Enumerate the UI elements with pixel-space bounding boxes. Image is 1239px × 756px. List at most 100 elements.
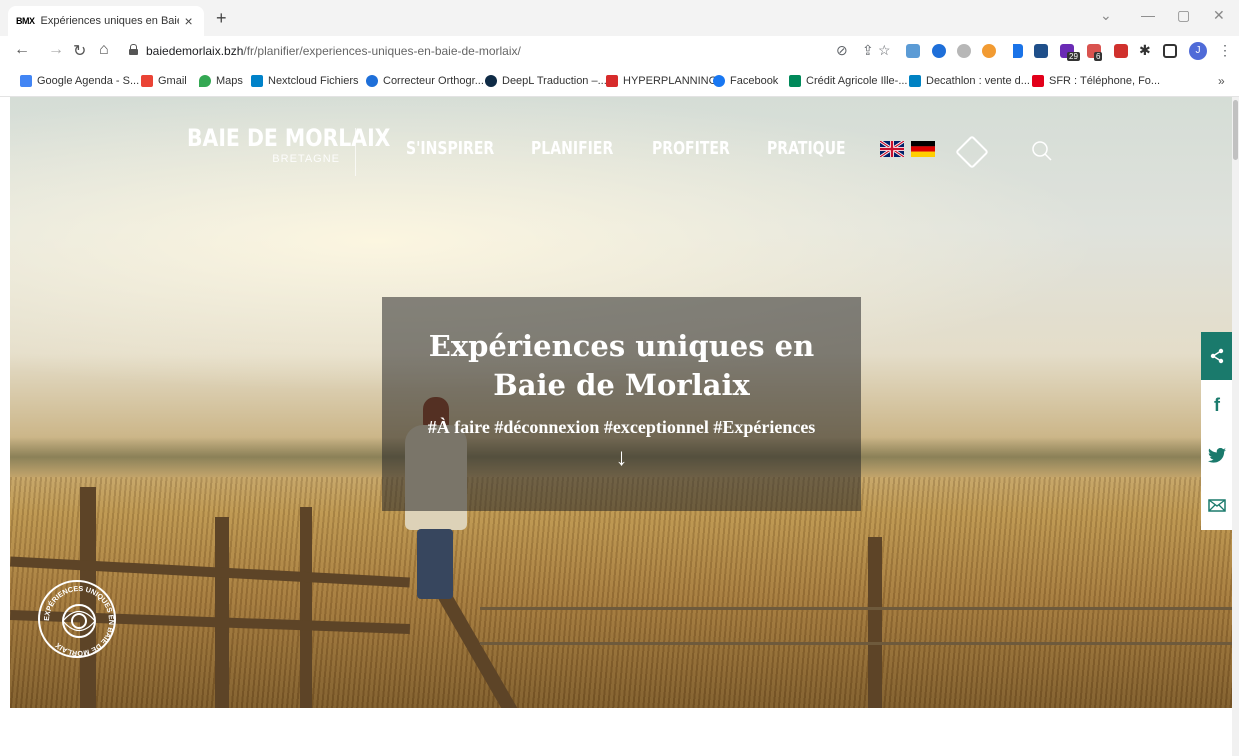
extension-icon[interactable] [1034,44,1048,58]
share-email-button[interactable] [1201,480,1233,530]
maps-icon [199,75,211,87]
bookmark-label: SFR : Téléphone, Fo... [1049,75,1161,87]
minimize-button[interactable]: — [1141,7,1155,23]
bookmark-label: Facebook [730,75,779,87]
puzzle-icon[interactable]: ✱ [1139,42,1151,59]
experiences-uniques-badge: EXPÉRIENCES UNIQUES EN BAIE DE MORLAIX [38,580,116,658]
bookmarks-bar: Google Agenda - S... Gmail Maps Nextclou… [0,67,1239,97]
forward-icon[interactable]: → [48,41,64,59]
bookmark-label: Correcteur Orthogr... [383,75,484,87]
hero-tags[interactable]: #À faire #déconnexion #exceptionnel #Exp… [382,417,861,438]
logo-divider [355,128,356,176]
bookmark-item[interactable]: Correcteur Orthogr... [366,75,484,87]
bookmark-label: Maps [216,75,243,87]
url-host: baiedemorlaix.bzh [146,44,244,58]
extension-icon[interactable] [982,44,996,58]
scroll-down-arrow-icon[interactable]: ↓ [382,446,861,470]
fence-post [868,537,882,708]
search-icon[interactable] [1031,140,1053,162]
logo-title: BAIE DE MORLAIX [187,124,391,152]
share-page-icon[interactable]: ⇪ [862,42,874,59]
facebook-icon [713,75,725,87]
scrollbar-track[interactable] [1232,97,1239,756]
bookmark-item[interactable]: Decathlon : vente d... [909,75,1030,87]
share-toggle-button[interactable] [1201,332,1233,380]
new-tab-button[interactable]: + [216,8,227,29]
lock-icon[interactable] [129,44,138,55]
maximize-button[interactable]: ▢ [1177,7,1190,24]
corrector-icon [366,75,378,87]
credit-agricole-icon [789,75,801,87]
bookmark-label: Crédit Agricole Ille-... [806,75,908,87]
heathland [10,477,1232,708]
reload-icon[interactable]: ↻ [73,41,86,61]
bookmark-item[interactable]: Crédit Agricole Ille-... [789,75,907,87]
extension-badge: 29 [1067,52,1080,61]
menu-dots-icon[interactable]: ⋮ [1218,42,1232,59]
bookmarks-overflow-button[interactable]: » [1218,74,1225,88]
nav-planifier[interactable]: PLANIFIER [531,138,613,159]
svg-text:EXPÉRIENCES UNIQUES EN BAIE DE: EXPÉRIENCES UNIQUES EN BAIE DE MORLAIX [42,584,116,658]
bookmark-item[interactable]: DeepL Traduction –... [485,75,607,87]
nav-sinspirer[interactable]: S'INSPIRER [406,138,494,159]
facebook-icon: f [1214,394,1220,415]
extension-icon[interactable] [906,44,920,58]
extension-icon[interactable] [932,44,946,58]
sfr-icon [1032,75,1044,87]
deepl-icon [485,75,497,87]
pdf-icon[interactable] [1114,44,1128,58]
profile-avatar[interactable]: J [1189,42,1207,60]
gmail-icon [141,75,153,87]
url-path: /fr/planifier/experiences-uniques-en-bai… [243,44,521,58]
nextcloud-icon [251,75,263,87]
bookmark-item[interactable]: Maps [199,75,243,87]
share-bar: f [1201,332,1233,530]
bookmark-item[interactable]: Nextcloud Fichiers [251,75,358,87]
bookmark-item[interactable]: Gmail [141,75,187,87]
fence-wire [480,642,1232,645]
bookmark-item[interactable]: Facebook [713,75,778,87]
home-icon[interactable]: ⌂ [99,41,109,59]
eye-off-icon[interactable]: ⊘ [836,42,848,59]
site-favicon: BMX [16,16,35,26]
site-logo[interactable]: BAIE DE MORLAIX BRETAGNE [160,124,391,165]
calendar-icon [20,75,32,87]
scrollbar-thumb[interactable] [1233,100,1238,160]
extension-icon[interactable] [957,44,971,58]
close-window-button[interactable]: ✕ [1213,7,1225,24]
close-tab-icon[interactable]: × [185,13,193,29]
nav-pratique[interactable]: PRATIQUE [767,138,846,159]
nav-profiter[interactable]: PROFITER [652,138,730,159]
bookmark-label: Google Agenda - S... [37,75,140,87]
bookmark-item[interactable]: Google Agenda - S... [20,75,139,87]
page-title: Expériences uniques en Baie de Morlaix [428,329,815,402]
bookmark-label: Nextcloud Fichiers [268,75,359,87]
logo-subtitle: BRETAGNE [272,153,340,165]
badge-logo-icon: EXPÉRIENCES UNIQUES EN BAIE DE MORLAIX [42,584,116,658]
email-icon [1208,498,1226,512]
signal-icon[interactable] [1009,44,1023,58]
bookmark-item[interactable]: SFR : Téléphone, Fo... [1032,75,1160,87]
address-bar[interactable]: baiedemorlaix.bzh/fr/planifier/experienc… [146,44,521,58]
hyperplanning-icon [606,75,618,87]
bookmark-label: Gmail [158,75,187,87]
share-twitter-button[interactable] [1201,430,1233,480]
german-flag-icon[interactable] [911,141,935,157]
tab-strip: BMX Expériences uniques en Baie de M × +… [0,0,1239,36]
decathlon-icon [909,75,921,87]
fence-wire [480,607,1232,610]
badge-text: EXPÉRIENCES UNIQUES EN BAIE DE MORLAIX [42,584,116,658]
twitter-icon [1208,447,1226,463]
back-icon[interactable]: ← [14,41,30,59]
extension-badge: 6 [1094,52,1103,61]
bookmark-star-icon[interactable]: ☆ [878,42,891,59]
bookmark-item[interactable]: HYPERPLANNING [606,75,717,87]
bookmark-label: Decathlon : vente d... [926,75,1030,87]
tab-search-icon[interactable]: ⌄ [1100,7,1112,24]
share-facebook-button[interactable]: f [1201,380,1233,430]
bookmark-label: HYPERPLANNING [623,75,718,87]
sidepanel-icon[interactable] [1163,44,1177,58]
browser-toolbar: ← → ↻ ⌂ baiedemorlaix.bzh/fr/planifier/e… [0,36,1239,67]
browser-tab[interactable]: BMX Expériences uniques en Baie de M × [8,6,204,36]
uk-flag-icon[interactable] [880,141,904,157]
